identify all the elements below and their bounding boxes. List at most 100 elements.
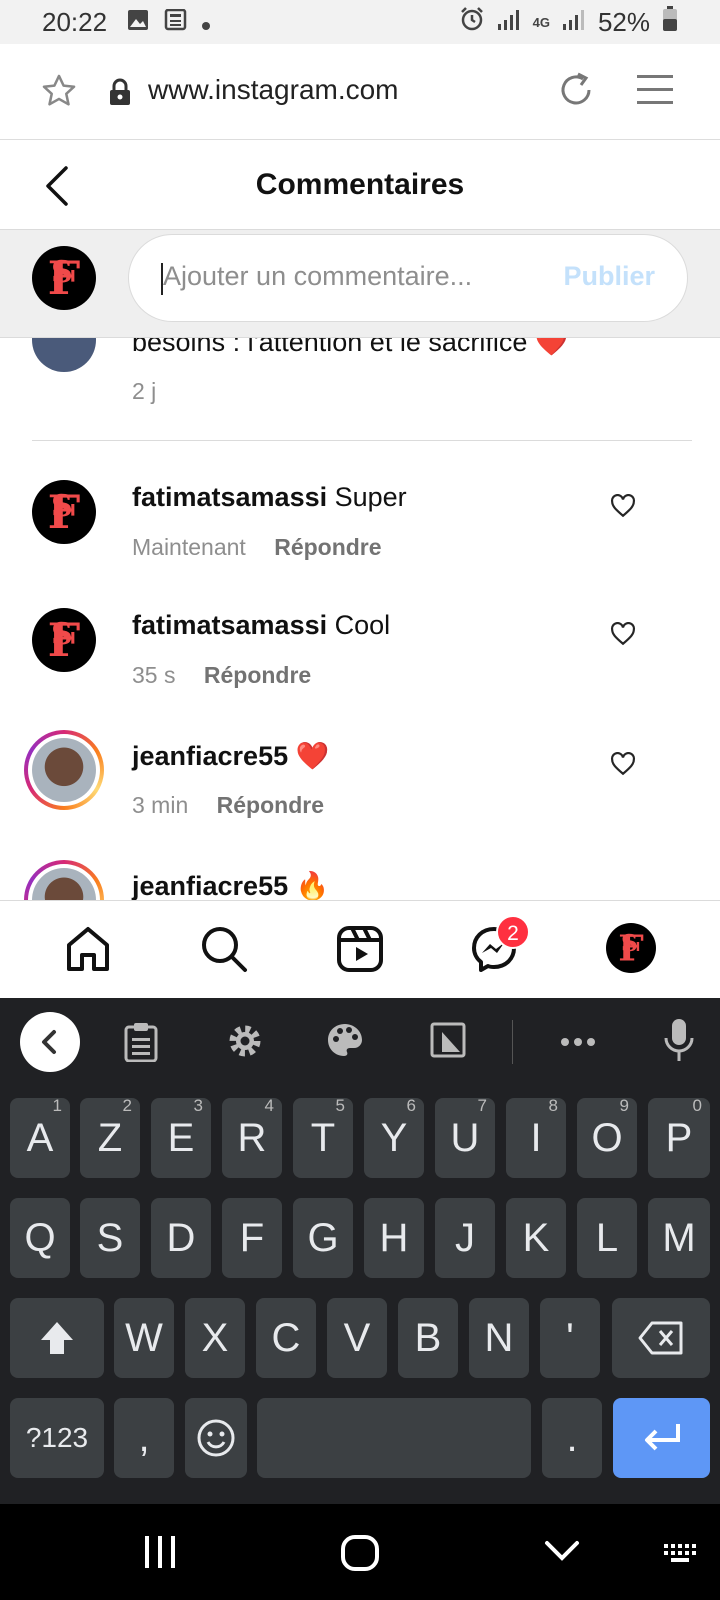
avatar[interactable] <box>32 338 96 372</box>
avatar[interactable]: F S <box>32 608 96 672</box>
browser-menu-icon[interactable] <box>636 72 674 113</box>
soft-keyboard: A1 Z2 E3 R4 T5 Y6 U7 I8 O9 P0 Q S D F G … <box>0 998 720 1504</box>
reload-icon[interactable] <box>556 70 596 115</box>
comment-username[interactable]: jeanfiacre55 <box>132 871 288 900</box>
avatar[interactable] <box>24 730 104 810</box>
enter-key[interactable] <box>613 1398 710 1478</box>
bookmark-star-icon[interactable] <box>40 72 78 115</box>
alarm-icon <box>459 6 485 39</box>
key-m[interactable]: M <box>648 1198 710 1278</box>
space-bar[interactable] <box>257 1398 531 1478</box>
key-s[interactable]: S <box>80 1198 140 1278</box>
comment-input[interactable]: Ajouter un commentaire... Publier <box>128 234 688 322</box>
key-t[interactable]: T5 <box>293 1096 353 1178</box>
avatar[interactable] <box>24 860 104 900</box>
comment-time: Maintenant <box>132 534 246 560</box>
more-options-icon[interactable] <box>560 1034 596 1052</box>
comment-username[interactable]: jeanfiacre55 <box>132 741 288 771</box>
comment-username[interactable]: fatimatsamassi <box>132 482 327 512</box>
comments-list: besoins : l'attention et le sacrifice ❤️… <box>0 338 720 900</box>
handwriting-icon[interactable] <box>430 1022 466 1063</box>
like-heart-icon[interactable] <box>610 751 636 781</box>
comment-input-bar: F S Ajouter un commentaire... Publier <box>0 230 720 338</box>
key-g[interactable]: G <box>293 1198 353 1278</box>
key-v[interactable]: V <box>327 1298 387 1378</box>
backspace-key[interactable] <box>612 1298 710 1378</box>
key-c[interactable]: C <box>256 1298 316 1378</box>
avatar[interactable]: F S <box>32 480 96 544</box>
key-f[interactable]: F <box>222 1198 282 1278</box>
period-key[interactable]: . <box>542 1398 602 1478</box>
key-p[interactable]: P0 <box>648 1096 710 1178</box>
reply-button[interactable]: Répondre <box>204 662 311 688</box>
key-j[interactable]: J <box>435 1198 495 1278</box>
key-n[interactable]: N <box>469 1298 529 1378</box>
like-heart-icon[interactable] <box>610 621 636 651</box>
key-r[interactable]: R4 <box>222 1096 282 1178</box>
key-y[interactable]: Y6 <box>364 1096 424 1178</box>
symbols-key[interactable]: ?123 <box>10 1398 104 1478</box>
key-q[interactable]: Q <box>10 1198 70 1278</box>
publish-button[interactable]: Publier <box>563 261 655 292</box>
key-hint: 3 <box>193 1096 203 1115</box>
status-time: 20:22 <box>42 6 108 37</box>
keyboard-switch-icon[interactable] <box>664 1544 696 1569</box>
key-b[interactable]: B <box>398 1298 458 1378</box>
key-w[interactable]: W <box>114 1298 174 1378</box>
home-icon[interactable] <box>64 925 112 978</box>
comment-body: Super <box>334 482 407 512</box>
comment-placeholder: Ajouter un commentaire... <box>163 261 473 291</box>
reply-button[interactable]: Répondre <box>274 534 381 560</box>
clipboard-icon[interactable] <box>124 1022 158 1067</box>
lock-icon <box>108 78 132 111</box>
comment-username[interactable]: fatimatsamassi <box>132 610 327 640</box>
microphone-icon[interactable] <box>664 1018 694 1067</box>
like-heart-icon[interactable] <box>610 493 636 523</box>
comment-text: besoins : l'attention et le sacrifice ❤️ <box>132 338 569 358</box>
key-apostrophe[interactable]: ' <box>540 1298 600 1378</box>
key-i[interactable]: I8 <box>506 1096 566 1178</box>
news-icon <box>163 7 187 38</box>
gallery-icon <box>127 7 149 38</box>
key-a[interactable]: A1 <box>10 1096 70 1178</box>
reply-button[interactable]: Répondre <box>217 792 324 818</box>
key-hint: 6 <box>406 1096 416 1115</box>
profile-avatar[interactable]: F S <box>606 923 656 973</box>
key-z[interactable]: Z2 <box>80 1096 140 1178</box>
comment-text: fatimatsamassi Cool <box>132 610 390 641</box>
search-icon[interactable] <box>200 925 248 978</box>
battery-icon <box>662 5 678 39</box>
home-button-icon[interactable] <box>340 1534 380 1577</box>
key-h[interactable]: H <box>364 1198 424 1278</box>
heart-emoji: ❤️ <box>534 338 569 357</box>
heart-emoji: ❤️ <box>295 741 330 771</box>
toolbar-separator <box>512 1020 513 1064</box>
keyboard-collapse-button[interactable] <box>20 1012 80 1072</box>
key-hint: 8 <box>548 1096 558 1115</box>
comma-key[interactable]: , <box>114 1398 174 1478</box>
svg-text:S: S <box>51 617 73 652</box>
settings-gear-icon[interactable] <box>226 1022 264 1065</box>
key-x[interactable]: X <box>185 1298 245 1378</box>
key-e[interactable]: E3 <box>151 1096 211 1178</box>
key-d[interactable]: D <box>151 1198 211 1278</box>
url-text[interactable]: www.instagram.com <box>148 74 399 106</box>
reels-icon[interactable] <box>336 925 384 978</box>
comment-time: 2 j <box>132 378 157 404</box>
key-k[interactable]: K <box>506 1198 566 1278</box>
fire-emoji: 🔥 <box>295 871 330 900</box>
emoji-key[interactable] <box>185 1398 247 1478</box>
key-o[interactable]: O9 <box>577 1096 637 1178</box>
shift-key[interactable] <box>10 1298 104 1378</box>
comment-item: jeanfiacre55 ❤️ 3 min Répondre <box>0 730 720 868</box>
divider <box>32 440 692 441</box>
recent-apps-icon[interactable] <box>142 1534 178 1575</box>
comment-text: jeanfiacre55 🔥 <box>132 870 329 900</box>
theme-palette-icon[interactable] <box>326 1022 364 1065</box>
comment-item: jeanfiacre55 🔥 <box>0 860 720 900</box>
comment-text: jeanfiacre55 ❤️ <box>132 740 329 772</box>
key-label: O <box>591 1116 623 1160</box>
hide-keyboard-icon[interactable] <box>544 1540 580 1567</box>
key-l[interactable]: L <box>577 1198 637 1278</box>
key-u[interactable]: U7 <box>435 1096 495 1178</box>
